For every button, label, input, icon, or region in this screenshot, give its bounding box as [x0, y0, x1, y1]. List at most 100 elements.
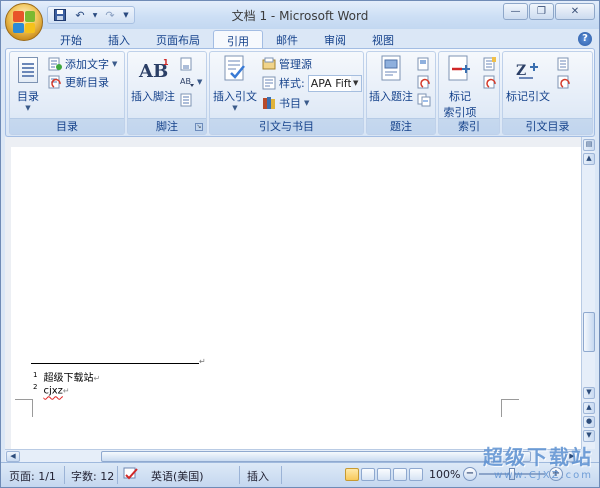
document-page[interactable]: ↵ 1 超级下载站↵ 2 cjxz↵	[11, 147, 581, 449]
tab-page-layout[interactable]: 页面布局	[143, 30, 213, 49]
insert-table-of-figures-button[interactable]	[417, 55, 431, 73]
status-divider	[117, 466, 118, 484]
manage-sources-button[interactable]: 管理源	[262, 55, 312, 73]
outline-view-button[interactable]	[393, 468, 407, 481]
scroll-thumb[interactable]	[583, 312, 595, 352]
group-label-index: 索引	[439, 118, 499, 134]
mark-citation-label: 标记引文	[506, 90, 550, 103]
group-label-toa: 引文目录	[503, 118, 592, 134]
status-divider	[239, 466, 240, 484]
insert-caption-button[interactable]: 插入题注	[369, 55, 413, 104]
web-layout-view-button[interactable]	[377, 468, 391, 481]
svg-text:Z: Z	[516, 63, 526, 79]
update-table-icon	[417, 75, 431, 89]
language-indicator[interactable]: 英语(美国)	[151, 468, 204, 484]
previous-page-icon[interactable]: ▲	[583, 402, 595, 414]
zoom-level[interactable]: 100%	[429, 468, 460, 481]
zoom-out-icon[interactable]: −	[463, 467, 477, 481]
redo-icon[interactable]: ↷	[102, 8, 118, 22]
save-icon[interactable]	[52, 8, 68, 22]
full-screen-reading-view-button[interactable]	[361, 468, 375, 481]
svg-text:AB: AB	[180, 77, 191, 86]
footnote-2[interactable]: 2 cjxz↵	[33, 383, 70, 396]
chevron-down-icon[interactable]: ▼	[350, 75, 361, 91]
tab-insert[interactable]: 插入	[95, 30, 143, 49]
restore-icon[interactable]: ❐	[529, 3, 554, 20]
add-text-button[interactable]: 添加文字 ▼	[48, 55, 117, 73]
mark-citation-button[interactable]: Z 标记引文	[505, 55, 551, 104]
proofing-icon[interactable]	[123, 467, 139, 484]
update-toc-button[interactable]: 更新目录	[48, 73, 109, 91]
footnote-number: 2	[33, 383, 38, 391]
customize-dropdown-icon[interactable]: ▼	[122, 8, 130, 22]
group-label-citations: 引文与书目	[210, 118, 363, 134]
insert-mode-indicator[interactable]: 插入	[247, 468, 269, 484]
ribbon-tabs: 开始 插入 页面布局 引用 邮件 审阅 视图	[47, 30, 407, 49]
insert-table-of-authorities-button[interactable]	[557, 55, 571, 73]
insert-citation-icon	[221, 55, 249, 85]
scroll-up-icon[interactable]: ▲	[583, 153, 595, 165]
ruler-toggle-icon[interactable]: ▤	[583, 139, 595, 151]
manage-sources-icon	[262, 57, 276, 71]
manage-sources-label: 管理源	[279, 58, 312, 71]
insert-citation-label: 插入引文	[213, 90, 257, 103]
undo-dropdown-icon[interactable]: ▼	[92, 8, 98, 22]
insert-index-button[interactable]	[483, 55, 497, 73]
toc-button[interactable]: 目录 ▼	[13, 55, 43, 112]
close-icon[interactable]: ✕	[555, 3, 595, 20]
crop-mark-right	[501, 399, 519, 417]
tab-references[interactable]: 引用	[213, 30, 263, 49]
page-count[interactable]: 页面: 1/1	[9, 468, 56, 484]
document-area: ↵ 1 超级下载站↵ 2 cjxz↵	[5, 137, 581, 449]
tab-mailings[interactable]: 邮件	[263, 30, 311, 49]
h-scroll-thumb[interactable]	[101, 451, 531, 462]
tab-home[interactable]: 开始	[47, 30, 95, 49]
scroll-left-icon[interactable]: ◀	[6, 451, 20, 462]
dialog-launcher-icon[interactable]: ↘	[195, 123, 203, 131]
style-icon	[262, 76, 276, 90]
tab-view[interactable]: 视图	[359, 30, 407, 49]
insert-footnote-label: 插入脚注	[131, 90, 175, 103]
group-index: 标记 索引项 索引	[438, 51, 500, 135]
next-footnote-button[interactable]: AB ▼	[180, 73, 202, 91]
minimize-icon[interactable]: —	[503, 3, 528, 20]
update-table-button[interactable]	[417, 73, 431, 91]
help-icon[interactable]: ?	[578, 32, 592, 46]
mark-entry-button[interactable]: 标记 索引项	[441, 55, 479, 120]
site-watermark: 超级下载站 www.CJXZ.com	[483, 441, 593, 481]
select-browse-object-icon[interactable]: ●	[583, 416, 595, 428]
bibliography-icon	[262, 96, 276, 110]
word-count[interactable]: 字数: 12	[71, 468, 114, 484]
insert-endnote-button[interactable]	[180, 55, 194, 73]
footnote-1[interactable]: 1 超级下载站↵	[33, 369, 100, 384]
insert-caption-icon	[377, 55, 405, 85]
cross-reference-button[interactable]	[417, 91, 431, 109]
status-divider	[281, 466, 282, 484]
footnote-separator	[31, 363, 199, 364]
print-layout-view-button[interactable]	[345, 468, 359, 481]
chevron-down-icon: ▼	[232, 104, 238, 112]
style-dropdown[interactable]: APA Fifth ▼	[307, 74, 362, 92]
toc-button-label: 目录	[17, 90, 39, 103]
insert-footnote-button[interactable]: AB 1 插入脚注	[131, 55, 175, 104]
undo-icon[interactable]: ↶	[72, 8, 88, 22]
vertical-scrollbar[interactable]: ▤ ▲ ▼ ▲ ● ▼	[581, 137, 595, 449]
crop-mark-left	[15, 399, 33, 417]
insert-citation-button[interactable]: 插入引文 ▼	[212, 55, 258, 112]
tab-review[interactable]: 审阅	[311, 30, 359, 49]
watermark-line-1: 超级下载站	[483, 445, 593, 469]
draft-view-button[interactable]	[409, 468, 423, 481]
bibliography-button[interactable]: 书目 ▼	[262, 94, 309, 112]
chevron-down-icon: ▼	[25, 104, 31, 112]
group-label-toc: 目录	[10, 118, 124, 134]
style-selector[interactable]: 样式: APA Fifth ▼	[262, 74, 362, 92]
update-toa-button[interactable]	[557, 73, 571, 91]
show-notes-button[interactable]	[180, 91, 194, 109]
add-text-icon	[48, 57, 62, 71]
update-index-button[interactable]	[483, 73, 497, 91]
mark-entry-label-1: 标记	[449, 90, 471, 103]
office-button[interactable]	[5, 3, 43, 41]
insert-caption-label: 插入题注	[369, 90, 413, 103]
add-text-label: 添加文字	[65, 58, 109, 71]
scroll-down-icon[interactable]: ▼	[583, 387, 595, 399]
